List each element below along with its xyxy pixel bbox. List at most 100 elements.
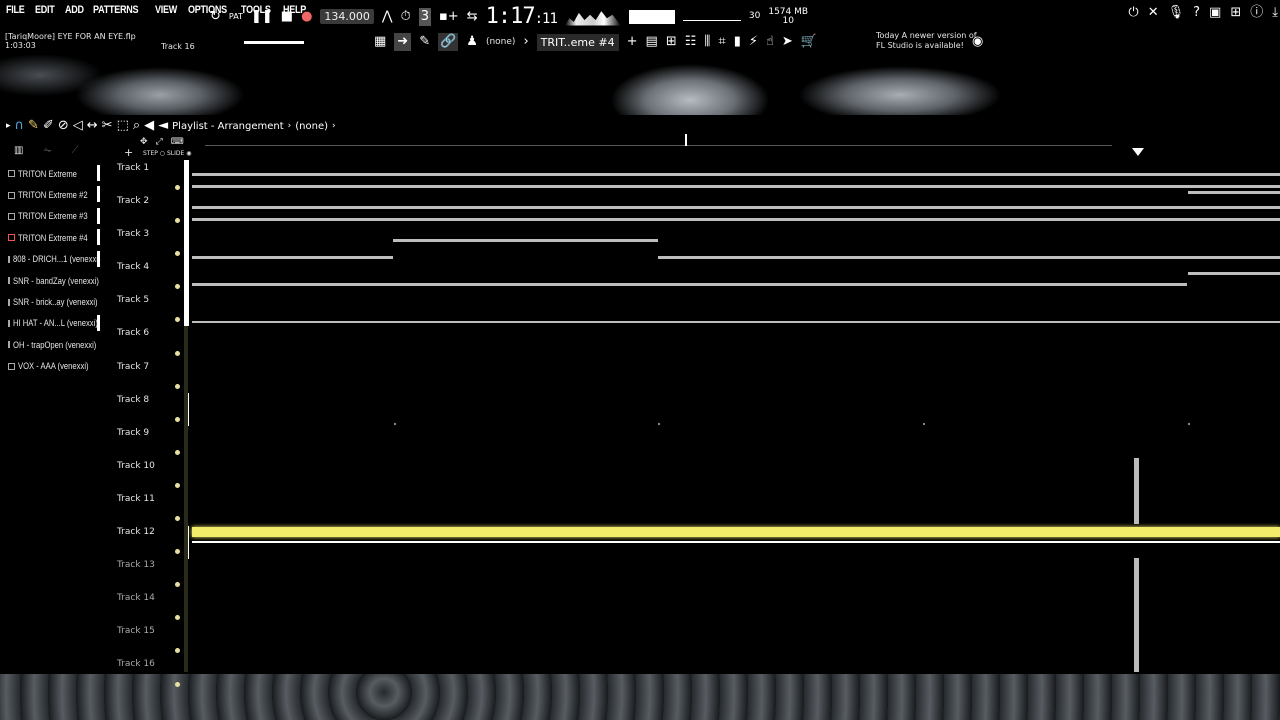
channel-item[interactable]: 808 - DRICH...1 (venexxi) xyxy=(0,249,104,270)
audio-clip-highlight[interactable] xyxy=(192,527,1280,537)
clip-note[interactable] xyxy=(192,321,1280,323)
download-icon[interactable]: ⤓ xyxy=(1272,4,1278,22)
track-mute-led[interactable] xyxy=(175,284,180,290)
track-header[interactable]: Track 5 xyxy=(112,292,187,325)
track-header[interactable]: Track 16 xyxy=(112,656,187,689)
track-header[interactable]: Track 1 xyxy=(112,160,187,193)
menu-view[interactable]: VIEW xyxy=(155,4,177,24)
channel-select-box[interactable] xyxy=(8,298,10,306)
channel-select-box[interactable] xyxy=(8,319,10,327)
add-pattern-icon[interactable]: + xyxy=(627,33,638,51)
playlist-icon[interactable]: ▤ xyxy=(646,33,658,51)
mixer-icon[interactable]: ⫼ xyxy=(704,33,710,51)
tools-icon[interactable]: ✕ xyxy=(1148,4,1159,22)
channel-rack-icon[interactable]: ☷ xyxy=(685,33,697,51)
clip-note[interactable] xyxy=(192,283,1187,286)
track-mute-led[interactable] xyxy=(175,648,180,654)
paint-tool-icon[interactable]: ✐ xyxy=(43,117,54,135)
undo-icon[interactable]: ↻ xyxy=(210,8,221,26)
link-icon[interactable]: 🔗 xyxy=(438,33,459,51)
piano-roll-icon[interactable]: ⊞ xyxy=(666,33,677,51)
clip-note[interactable] xyxy=(658,256,1280,259)
track-mute-led[interactable] xyxy=(175,383,180,389)
tempo-display[interactable]: 134.000 xyxy=(320,9,374,24)
pencil-icon[interactable]: ✎ xyxy=(419,33,430,51)
add-channel-icon[interactable]: + xyxy=(124,146,133,159)
pattern-picker-icon[interactable]: ▥ xyxy=(14,145,23,156)
track-header[interactable]: Track 3 xyxy=(112,226,187,259)
channel-select-box[interactable] xyxy=(8,234,15,242)
arrow-right-icon[interactable]: ➜ xyxy=(394,33,412,51)
zoom-tool-icon[interactable]: ⌕ xyxy=(133,117,140,135)
browser-icon[interactable]: ⌗ xyxy=(718,33,725,51)
track-mute-led[interactable] xyxy=(175,416,180,422)
channel-select-box[interactable] xyxy=(8,255,10,263)
mute-tool-icon[interactable]: ◁ xyxy=(73,117,83,135)
playback-tool-icon[interactable]: ◀ xyxy=(144,117,154,135)
track-header[interactable]: Track 6 xyxy=(112,325,187,358)
channel-select-box[interactable] xyxy=(8,341,10,349)
clip-note[interactable] xyxy=(192,173,1280,176)
track-header[interactable]: Track 12 xyxy=(112,524,187,557)
wait-icon[interactable]: ⏱ xyxy=(401,8,411,26)
track-header[interactable]: Track 11 xyxy=(112,491,187,524)
channel-select-box[interactable] xyxy=(8,170,15,178)
channel-item[interactable]: TRITON Extreme #3 xyxy=(0,206,104,227)
volume-meter[interactable] xyxy=(628,9,675,24)
pattern-song-toggle[interactable]: PAT xyxy=(229,8,243,26)
track-mute-led[interactable] xyxy=(175,681,180,687)
pattern-selector[interactable]: TRIT..eme #4 xyxy=(536,33,619,51)
track-mute-led[interactable] xyxy=(175,549,180,555)
menu-add[interactable]: ADD xyxy=(65,4,84,24)
track-mute-led[interactable] xyxy=(175,582,180,588)
menu-file[interactable]: FILE xyxy=(6,4,25,24)
step-edit-icon[interactable]: ▪+ xyxy=(439,8,459,26)
speaker-icon[interactable]: ◄ xyxy=(158,117,168,135)
select-tool-icon[interactable]: ⬚ xyxy=(117,117,129,135)
draw-tool-icon[interactable]: ✎ xyxy=(28,117,39,135)
plugin-icon[interactable]: ⚡ xyxy=(749,33,758,51)
channel-item[interactable]: OH - trapOpen (venexxi) xyxy=(0,334,104,355)
pause-icon[interactable]: ❚❚ xyxy=(251,8,273,26)
track-mute-led[interactable] xyxy=(175,482,180,488)
snap-selector[interactable]: (none) xyxy=(486,37,515,47)
channel-item[interactable]: HI HAT - AN...L (venexxi) xyxy=(0,313,104,334)
cart-icon[interactable]: 🛒 xyxy=(801,33,817,51)
menu-edit[interactable]: EDIT xyxy=(35,4,55,24)
track-mute-led[interactable] xyxy=(175,615,180,621)
step-slide-toggle[interactable]: STEP ○ SLIDE ◉ xyxy=(143,150,191,157)
channel-select-box[interactable] xyxy=(8,212,15,220)
audio-picker-icon[interactable]: ⏦ xyxy=(43,145,51,156)
keyboard-icon[interactable]: ⌨ xyxy=(171,137,184,147)
arrangement-grid[interactable] xyxy=(184,160,1280,672)
record-icon[interactable]: ● xyxy=(301,8,312,26)
channel-select-box[interactable] xyxy=(8,362,15,370)
channel-select-box[interactable] xyxy=(8,277,10,285)
stamp-icon[interactable]: ♟ xyxy=(466,33,478,51)
clip-note[interactable] xyxy=(1188,191,1280,194)
magnet-icon[interactable]: ∩ xyxy=(15,117,25,135)
track-header[interactable]: Track 14 xyxy=(112,590,187,623)
track-mute-led[interactable] xyxy=(175,317,180,323)
clip-note[interactable] xyxy=(192,218,1280,221)
track-header[interactable]: Track 13 xyxy=(112,557,187,590)
playhead-line[interactable] xyxy=(1134,458,1139,524)
track-mute-led[interactable] xyxy=(175,218,180,224)
channel-item[interactable]: SNR - bandZay (venexxi) xyxy=(0,270,104,291)
track-header[interactable]: Track 10 xyxy=(112,458,187,491)
playlist-breadcrumb[interactable]: (none) xyxy=(295,121,328,132)
slip-tool-icon[interactable]: ↔ xyxy=(87,117,98,135)
track-mute-led[interactable] xyxy=(175,185,180,191)
clip-note[interactable] xyxy=(192,185,1280,188)
song-position-marker[interactable] xyxy=(685,134,687,146)
stop-icon[interactable]: ■ xyxy=(281,8,293,26)
channel-item[interactable]: TRITON Extreme #4 xyxy=(0,227,104,248)
playlist-menu-arrow-icon[interactable]: ▸ xyxy=(6,117,11,135)
metronome-icon[interactable]: ⋀ xyxy=(382,8,393,26)
track-mute-led[interactable] xyxy=(175,350,180,356)
menu-patterns[interactable]: PATTERNS xyxy=(93,4,139,24)
track-mute-led[interactable] xyxy=(175,449,180,455)
channel-select-box[interactable] xyxy=(8,191,15,199)
clip-note[interactable] xyxy=(393,239,658,242)
piano-icon[interactable]: ▦ xyxy=(374,33,386,51)
